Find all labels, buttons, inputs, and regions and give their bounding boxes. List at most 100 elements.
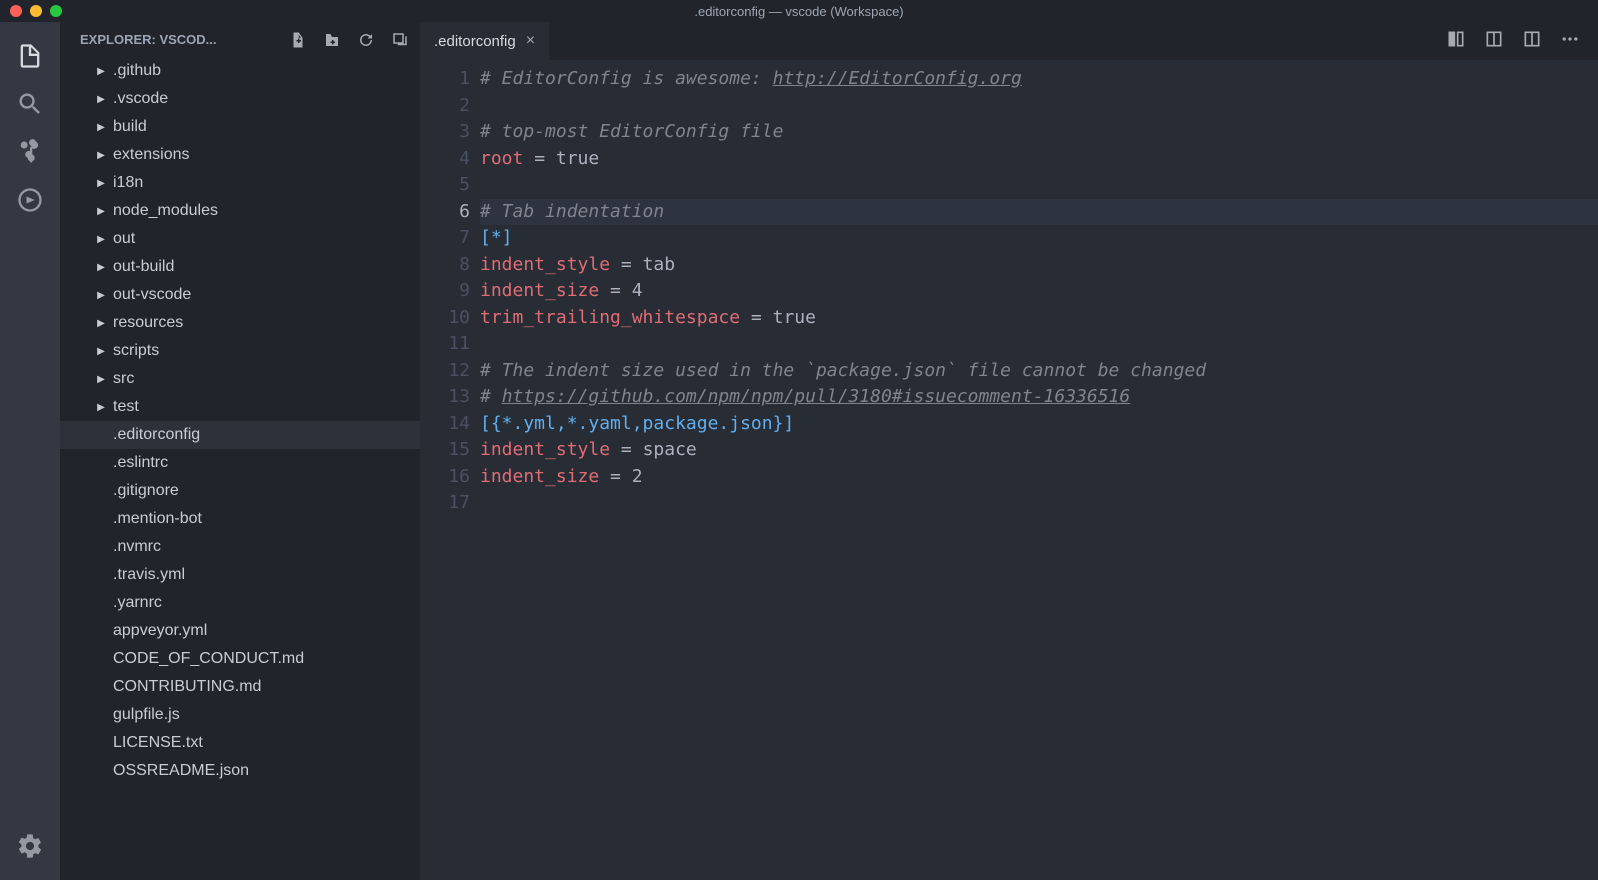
tab-editorconfig[interactable]: .editorconfig × xyxy=(420,22,549,60)
code-line[interactable]: indent_style = space xyxy=(480,437,1598,464)
open-preview-icon[interactable] xyxy=(1484,29,1504,54)
folder-test[interactable]: ▶test xyxy=(60,393,420,421)
line-number: 11 xyxy=(420,331,470,358)
file-license-txt[interactable]: LICENSE.txt xyxy=(60,729,420,757)
file-gulpfile-js[interactable]: gulpfile.js xyxy=(60,701,420,729)
code-line[interactable] xyxy=(480,93,1598,120)
line-number: 1 xyxy=(420,66,470,93)
debug-icon[interactable] xyxy=(6,176,54,224)
tree-item-label: i18n xyxy=(113,174,143,192)
editor-body[interactable]: 1234567891011121314151617 # EditorConfig… xyxy=(420,60,1598,880)
token: indent_size xyxy=(480,280,599,301)
chevron-right-icon: ▶ xyxy=(95,402,107,413)
collapse-all-icon[interactable] xyxy=(390,30,410,50)
code-line[interactable]: root = true xyxy=(480,146,1598,173)
code-line[interactable] xyxy=(480,331,1598,358)
token: = xyxy=(523,148,556,169)
folder-i18n[interactable]: ▶i18n xyxy=(60,169,420,197)
tree-item-label: .yarnrc xyxy=(113,594,162,612)
folder-out-build[interactable]: ▶out-build xyxy=(60,253,420,281)
token: # Tab indentation xyxy=(480,201,664,222)
tabs-bar: .editorconfig × xyxy=(420,22,1598,60)
chevron-right-icon: ▶ xyxy=(95,262,107,273)
folder-out-vscode[interactable]: ▶out-vscode xyxy=(60,281,420,309)
line-number: 17 xyxy=(420,490,470,517)
compare-icon[interactable] xyxy=(1446,29,1466,54)
sidebar-header: EXPLORER: VSCOD... xyxy=(60,22,420,57)
folder-extensions[interactable]: ▶extensions xyxy=(60,141,420,169)
line-number: 2 xyxy=(420,93,470,120)
explorer-icon[interactable] xyxy=(6,32,54,80)
search-icon[interactable] xyxy=(6,80,54,128)
file--nvmrc[interactable]: .nvmrc xyxy=(60,533,420,561)
refresh-icon[interactable] xyxy=(356,30,376,50)
code-line[interactable]: # https://github.com/npm/npm/pull/3180#i… xyxy=(480,384,1598,411)
window-close-button[interactable] xyxy=(10,5,22,17)
code-line[interactable]: # top-most EditorConfig file xyxy=(480,119,1598,146)
code-line[interactable]: # Tab indentation xyxy=(480,199,1598,226)
file-tree[interactable]: ▶.github▶.vscode▶build▶extensions▶i18n▶n… xyxy=(60,57,420,880)
file-appveyor-yml[interactable]: appveyor.yml xyxy=(60,617,420,645)
code-line[interactable]: trim_trailing_whitespace = true xyxy=(480,305,1598,332)
code-line[interactable] xyxy=(480,490,1598,517)
folder-scripts[interactable]: ▶scripts xyxy=(60,337,420,365)
file--editorconfig[interactable]: .editorconfig xyxy=(60,421,420,449)
tree-item-label: out-vscode xyxy=(113,286,191,304)
chevron-right-icon: ▶ xyxy=(95,318,107,329)
file--mention-bot[interactable]: .mention-bot xyxy=(60,505,420,533)
tree-item-label: .nvmrc xyxy=(113,538,161,556)
code-content[interactable]: # EditorConfig is awesome: http://Editor… xyxy=(480,66,1598,880)
tree-item-label: resources xyxy=(113,314,183,332)
tree-item-label: node_modules xyxy=(113,202,218,220)
token: http://EditorConfig.org xyxy=(773,68,1022,89)
close-icon[interactable]: × xyxy=(526,32,535,50)
source-control-icon[interactable] xyxy=(6,128,54,176)
split-editor-icon[interactable] xyxy=(1522,29,1542,54)
line-number: 6 xyxy=(420,199,470,226)
code-line[interactable]: indent_size = 2 xyxy=(480,464,1598,491)
folder-resources[interactable]: ▶ resources xyxy=(60,309,420,337)
tree-item-label: appveyor.yml xyxy=(113,622,207,640)
more-icon[interactable] xyxy=(1560,29,1580,54)
file-contributing-md[interactable]: CONTRIBUTING.md xyxy=(60,673,420,701)
code-line[interactable]: indent_size = 4 xyxy=(480,278,1598,305)
code-line[interactable]: indent_style = tab xyxy=(480,252,1598,279)
code-line[interactable]: # EditorConfig is awesome: http://Editor… xyxy=(480,66,1598,93)
file-ossreadme-json[interactable]: OSSREADME.json xyxy=(60,757,420,785)
line-number: 5 xyxy=(420,172,470,199)
file-code-of-conduct-md[interactable]: CODE_OF_CONDUCT.md xyxy=(60,645,420,673)
line-number: 3 xyxy=(420,119,470,146)
settings-icon[interactable] xyxy=(6,822,54,870)
token: indent_style xyxy=(480,254,610,275)
tree-item-label: gulpfile.js xyxy=(113,706,180,724)
folder-src[interactable]: ▶src xyxy=(60,365,420,393)
folder--vscode[interactable]: ▶ .vscode xyxy=(60,85,420,113)
new-file-icon[interactable] xyxy=(288,30,308,50)
file--yarnrc[interactable]: .yarnrc xyxy=(60,589,420,617)
chevron-right-icon: ▶ xyxy=(95,66,107,77)
window-title: .editorconfig — vscode (Workspace) xyxy=(694,4,903,19)
file--eslintrc[interactable]: .eslintrc xyxy=(60,449,420,477)
folder-build[interactable]: ▶build xyxy=(60,113,420,141)
tree-item-label: .mention-bot xyxy=(113,510,202,528)
tree-item-label: out xyxy=(113,230,135,248)
tree-item-label: .travis.yml xyxy=(113,566,185,584)
code-line[interactable] xyxy=(480,172,1598,199)
token: # The indent size used in the `package.j… xyxy=(480,360,1206,381)
token: true xyxy=(773,307,816,328)
folder-node-modules[interactable]: ▶node_modules xyxy=(60,197,420,225)
folder--github[interactable]: ▶.github xyxy=(60,57,420,85)
code-line[interactable]: [*] xyxy=(480,225,1598,252)
file--gitignore[interactable]: .gitignore xyxy=(60,477,420,505)
window-maximize-button[interactable] xyxy=(50,5,62,17)
tree-item-label: .vscode xyxy=(113,90,168,108)
token: # xyxy=(480,386,502,407)
window-minimize-button[interactable] xyxy=(30,5,42,17)
new-folder-icon[interactable] xyxy=(322,30,342,50)
token: https://github.com/npm/npm/pull/3180#iss… xyxy=(502,386,1131,407)
code-line[interactable]: # The indent size used in the `package.j… xyxy=(480,358,1598,385)
file--travis-yml[interactable]: .travis.yml xyxy=(60,561,420,589)
code-line[interactable]: [{*.yml,*.yaml,package.json}] xyxy=(480,411,1598,438)
chevron-right-icon: ▶ xyxy=(95,94,107,105)
folder-out[interactable]: ▶out xyxy=(60,225,420,253)
